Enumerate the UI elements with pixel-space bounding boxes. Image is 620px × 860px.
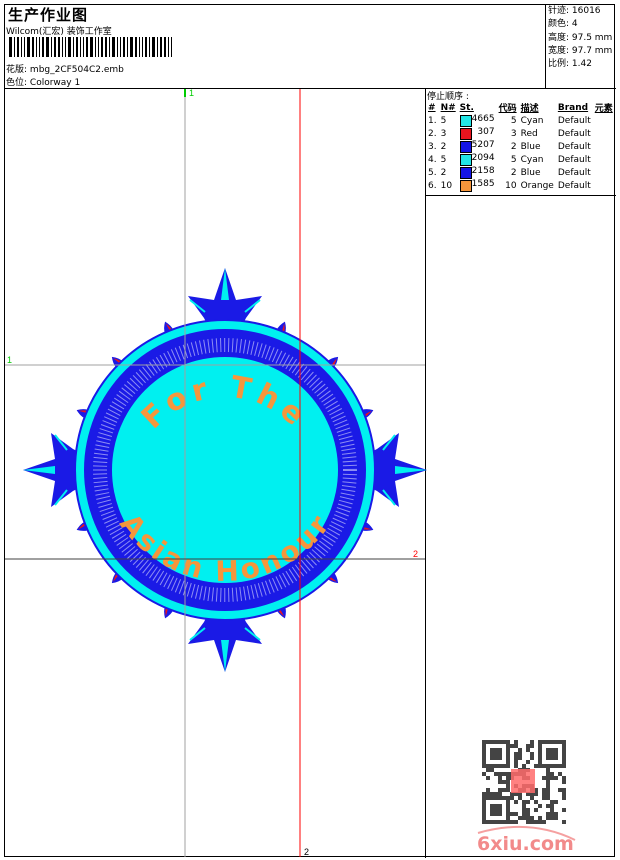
seal-stamp xyxy=(511,769,535,793)
watermark-site: 6xiu.com xyxy=(477,833,574,855)
guide-label-h2: 2 xyxy=(413,549,418,559)
design-canvas: For The Asian Honour 1 1 2 2 6xiu.com xyxy=(5,88,576,857)
guide-label-v2: 2 xyxy=(304,847,309,857)
guide-label-v1: 1 xyxy=(189,88,194,98)
guide-label-h1: 1 xyxy=(7,355,12,365)
